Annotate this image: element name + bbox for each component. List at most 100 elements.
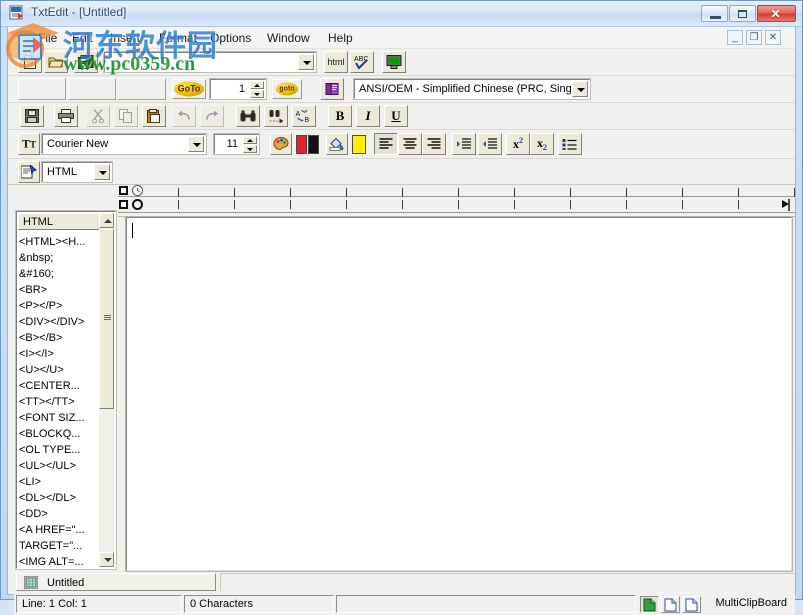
snippet-item[interactable]: <CENTER... <box>19 378 103 394</box>
snippet-item[interactable]: <A HREF="... <box>19 522 103 538</box>
align-right-button[interactable] <box>422 133 446 155</box>
window-close-button[interactable]: ✕ <box>757 5 796 22</box>
scroll-up-icon[interactable] <box>99 213 114 228</box>
subscript-button[interactable]: x2 <box>530 133 554 155</box>
spinner-up-icon[interactable] <box>250 81 264 89</box>
paste-button[interactable] <box>142 105 166 127</box>
print-button[interactable] <box>54 105 78 127</box>
menu-options[interactable]: Options <box>204 30 257 46</box>
snippet-item[interactable]: <BR> <box>19 282 103 298</box>
save-all-button[interactable] <box>74 51 98 73</box>
scroll-down-icon[interactable] <box>99 552 114 567</box>
snippet-scrollbar[interactable] <box>99 213 114 567</box>
menu-window[interactable]: Window <box>261 30 316 46</box>
snippet-item[interactable]: TARGET="... <box>19 538 103 554</box>
spellcheck-button[interactable]: ABC <box>350 51 374 73</box>
right-indent-marker[interactable] <box>779 199 793 213</box>
insert-html-button[interactable]: html <box>324 51 348 73</box>
snippet-item[interactable]: <HTML><H... <box>19 234 103 250</box>
font-family-combo[interactable]: Courier New <box>42 134 206 154</box>
menu-help[interactable]: Help <box>322 30 359 46</box>
spinner-up-icon[interactable] <box>243 136 257 144</box>
align-left-button[interactable] <box>374 133 398 155</box>
snippet-item[interactable]: <DD> <box>19 506 103 522</box>
font-size-spinner[interactable]: 11 <box>214 134 259 154</box>
toolbar-slot-3[interactable] <box>118 78 166 100</box>
first-line-indent-marker[interactable] <box>119 186 128 195</box>
save-button[interactable] <box>20 105 44 127</box>
clipboard-slot-3[interactable] <box>682 596 701 613</box>
snippet-item[interactable]: <BLOCKQ... <box>19 426 103 442</box>
bold-button[interactable]: B <box>328 105 352 127</box>
replace-button[interactable]: A B <box>292 105 316 127</box>
snippet-item[interactable]: <TT></TT> <box>19 394 103 410</box>
encoding-combo[interactable]: ANSI/OEM - Simplified Chinese (PRC, Sing… <box>354 79 590 99</box>
snippet-item[interactable]: &#160; <box>19 266 103 282</box>
copy-button[interactable] <box>114 105 138 127</box>
snippet-item[interactable]: <UL></UL> <box>19 458 103 474</box>
spinner-down-icon[interactable] <box>243 145 257 153</box>
menu-file[interactable]: File <box>32 30 63 46</box>
snippet-item[interactable]: &nbsp; <box>19 250 103 266</box>
find-next-button[interactable] <box>264 105 288 127</box>
chevron-down-icon[interactable] <box>298 54 314 70</box>
scrollbar-thumb[interactable] <box>99 229 114 409</box>
undo-button[interactable] <box>172 105 196 127</box>
left-indent-marker[interactable] <box>119 200 128 209</box>
text-color-button[interactable] <box>270 133 292 155</box>
bullet-list-button[interactable] <box>558 133 582 155</box>
highlight-color-button[interactable] <box>326 133 348 155</box>
open-file-button[interactable] <box>44 51 68 73</box>
chevron-down-icon[interactable] <box>572 81 588 97</box>
snippet-item[interactable]: <FONT SIZ... <box>19 410 103 426</box>
clipboard-slot-1[interactable] <box>640 596 659 613</box>
chevron-down-icon[interactable] <box>94 164 110 180</box>
snippet-item[interactable]: <DIV></DIV> <box>19 314 103 330</box>
hanging-indent-marker[interactable] <box>132 199 143 210</box>
spinner-down-icon[interactable] <box>250 90 264 98</box>
dictionary-button[interactable] <box>320 78 344 100</box>
document-tab-untitled[interactable]: Untitled <box>16 573 216 591</box>
cut-button[interactable] <box>86 105 110 127</box>
window-maximize-button[interactable] <box>729 5 756 22</box>
file-path-combo[interactable] <box>104 52 316 72</box>
snippet-item[interactable]: <P></P> <box>19 298 103 314</box>
align-center-button[interactable] <box>398 133 422 155</box>
snippet-item[interactable]: <I></I> <box>19 346 103 362</box>
mdi-close-button[interactable]: ✕ <box>765 30 781 45</box>
indent-increase-button[interactable] <box>452 133 476 155</box>
preview-button[interactable] <box>382 51 406 73</box>
snippet-properties-button[interactable] <box>18 161 40 183</box>
snippet-category-combo[interactable]: HTML <box>42 162 112 182</box>
snippet-item[interactable]: <OL TYPE... <box>19 442 103 458</box>
find-button[interactable] <box>236 105 260 127</box>
mdi-minimize-button[interactable]: _ <box>727 30 743 45</box>
redo-button[interactable] <box>200 105 224 127</box>
menu-format[interactable]: Format <box>153 30 203 46</box>
goto-button[interactable]: GoTo <box>172 79 206 99</box>
font-dialog-button[interactable]: TT <box>18 133 40 155</box>
menu-edit[interactable]: Edit <box>66 30 99 46</box>
underline-button[interactable]: U <box>384 105 408 127</box>
color-swatch-secondary[interactable] <box>308 135 319 154</box>
highlight-swatch[interactable] <box>352 135 366 154</box>
italic-button[interactable]: I <box>356 105 380 127</box>
snippet-item[interactable]: <U></U> <box>19 362 103 378</box>
clipboard-slot-2[interactable] <box>661 596 680 613</box>
color-swatch-primary[interactable] <box>296 135 307 154</box>
goto-line-spinner[interactable]: 1 <box>210 79 266 99</box>
snippet-item[interactable]: <LI> <box>19 474 103 490</box>
toolbar-slot-2[interactable] <box>68 78 116 100</box>
ruler[interactable] <box>118 185 795 217</box>
toolbar-slot-1[interactable] <box>18 78 66 100</box>
mdi-restore-button[interactable]: ❐ <box>746 30 762 45</box>
window-minimize-button[interactable] <box>701 5 728 22</box>
snippet-list[interactable]: HTML <HTML><H... &nbsp; &#160; <BR> <P><… <box>16 211 116 569</box>
snippet-item[interactable]: <IMG ALT=... <box>19 554 103 569</box>
indent-decrease-button[interactable] <box>478 133 502 155</box>
superscript-button[interactable]: x2 <box>506 133 530 155</box>
text-editor-area[interactable] <box>126 217 792 571</box>
menu-insert[interactable]: Insert <box>104 30 146 46</box>
new-file-button[interactable] <box>18 51 42 73</box>
snippet-item[interactable]: <B></B> <box>19 330 103 346</box>
